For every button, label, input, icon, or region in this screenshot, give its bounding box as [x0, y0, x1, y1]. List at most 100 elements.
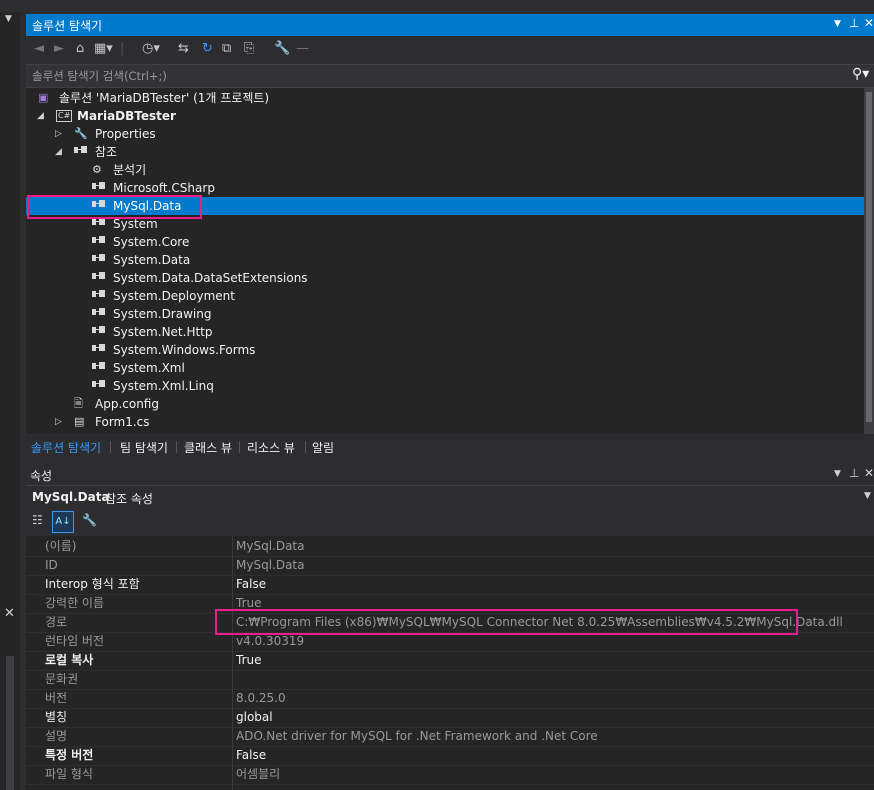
- object-type: 참조 속성: [105, 492, 153, 506]
- tab-team-explorer[interactable]: 팀 탐색기: [120, 439, 168, 456]
- home-icon[interactable]: ⌂: [76, 41, 84, 56]
- pin-icon[interactable]: ⊥: [849, 16, 859, 30]
- forward-icon[interactable]: ►: [54, 41, 64, 56]
- property-row[interactable]: (이름) MySql.Data: [26, 537, 874, 557]
- tree-item-reference[interactable]: System.Core: [26, 233, 864, 251]
- tree-item-label: 솔루션 'MariaDBTester' (1개 프로젝트): [59, 91, 270, 105]
- property-value[interactable]: MySql.Data: [236, 556, 305, 575]
- tree-item-project[interactable]: ◢ C# MariaDBTester: [26, 107, 864, 125]
- property-name: 설명: [45, 729, 68, 743]
- tree-item-solution[interactable]: ▣ 솔루션 'MariaDBTester' (1개 프로젝트): [26, 89, 864, 107]
- window-position-icon[interactable]: ▼: [834, 19, 841, 29]
- property-row[interactable]: ID MySql.Data: [26, 556, 874, 576]
- highlight-box: [215, 609, 798, 635]
- tree-item-label: Properties: [95, 127, 156, 141]
- property-value[interactable]: False: [236, 746, 266, 765]
- property-row[interactable]: 문화권: [26, 670, 874, 690]
- close-icon[interactable]: ✕: [4, 606, 15, 621]
- form-icon: ▤: [74, 415, 85, 428]
- tree-item-reference[interactable]: System.Net.Http: [26, 323, 864, 341]
- property-value[interactable]: True: [236, 651, 262, 670]
- editor-top-strip: [0, 0, 20, 12]
- close-icon[interactable]: ✕: [864, 466, 874, 480]
- tab-class-view[interactable]: 클래스 뷰: [184, 439, 232, 456]
- search-icon[interactable]: ⚲▾: [852, 66, 869, 82]
- collapsed-icon[interactable]: ▷: [55, 413, 62, 431]
- reference-icon: [92, 305, 106, 323]
- chevron-down-icon[interactable]: ▼: [5, 14, 12, 24]
- tree-item-label: System.Windows.Forms: [113, 343, 256, 357]
- tab-notifications[interactable]: 알림: [312, 439, 334, 456]
- properties-object-selector[interactable]: MySql.Data 참조 속성 ▼: [26, 486, 874, 508]
- tree-item-reference[interactable]: System.Windows.Forms: [26, 341, 864, 359]
- solution-explorer-titlebar: 솔루션 탐색기 ▼ ⊥ ✕: [26, 14, 874, 36]
- property-row[interactable]: 별칭 global: [26, 708, 874, 728]
- config-icon: 🗎: [74, 397, 83, 410]
- reference-icon: [92, 341, 106, 359]
- property-row[interactable]: 파일 형식 어셈블리: [26, 765, 874, 785]
- property-name: ID: [45, 558, 58, 572]
- tree-item-form1[interactable]: ▷ ▤ Form1.cs: [26, 413, 864, 431]
- tree-item-analyzer[interactable]: ⚙ 분석기: [26, 161, 864, 179]
- property-value[interactable]: global: [236, 708, 273, 727]
- property-row[interactable]: 버전 8.0.25.0: [26, 689, 874, 709]
- tree-item-label: System.Xml.Linq: [113, 379, 214, 393]
- tree-item-reference[interactable]: System.Drawing: [26, 305, 864, 323]
- expanded-icon[interactable]: ◢: [55, 143, 62, 161]
- tab-resource-view[interactable]: 리소스 뷰: [247, 439, 295, 456]
- property-name: 경로: [45, 615, 68, 629]
- property-value[interactable]: 8.0.25.0: [236, 689, 286, 708]
- tab-solution-explorer[interactable]: 솔루션 탐색기: [31, 439, 101, 456]
- pin-icon[interactable]: ⊥: [849, 466, 859, 480]
- tree-item-app-config[interactable]: 🗎 App.config: [26, 395, 864, 413]
- reference-icon: [92, 323, 106, 341]
- back-icon[interactable]: ◄: [34, 41, 44, 56]
- property-row[interactable]: 설명 ADO.Net driver for MySQL for .Net Fra…: [26, 727, 874, 747]
- reference-icon: [92, 377, 106, 395]
- tree-item-reference[interactable]: System.Data.DataSetExtensions: [26, 269, 864, 287]
- tree-item-reference[interactable]: System.Data: [26, 251, 864, 269]
- alphabetical-icon[interactable]: A↓: [52, 511, 74, 533]
- tree-item-references[interactable]: ◢ 참조: [26, 143, 864, 161]
- preview-icon[interactable]: —: [296, 41, 309, 56]
- sync-with-document-icon[interactable]: ⇆: [178, 41, 189, 56]
- property-value[interactable]: False: [236, 575, 266, 594]
- collapsed-icon[interactable]: ▷: [55, 125, 62, 143]
- property-row[interactable]: 특정 버전 False: [26, 746, 874, 766]
- property-row[interactable]: 런타임 버전 v4.0.30319: [26, 632, 874, 652]
- property-name: Interop 형식 포함: [45, 577, 140, 591]
- solution-explorer-search[interactable]: 솔루션 탐색기 검색(Ctrl+;) ⚲▾: [26, 64, 874, 88]
- properties-wrench-icon[interactable]: 🔧: [274, 41, 290, 56]
- reference-icon: [92, 233, 106, 251]
- property-name: (이름): [45, 539, 77, 553]
- collapse-all-icon[interactable]: ⧉: [222, 41, 231, 56]
- property-pages-wrench-icon[interactable]: 🔧: [82, 513, 97, 527]
- window-position-icon[interactable]: ▼: [834, 469, 841, 479]
- scrollbar[interactable]: [6, 656, 14, 790]
- expanded-icon[interactable]: ◢: [37, 107, 44, 125]
- pending-changes-filter-icon[interactable]: ◷▾: [142, 41, 160, 56]
- property-value[interactable]: 어셈블리: [236, 765, 280, 784]
- search-input[interactable]: 솔루션 탐색기 검색(Ctrl+;): [32, 68, 167, 84]
- scrollbar-thumb[interactable]: [866, 92, 872, 422]
- property-name: 로컬 복사: [45, 653, 94, 667]
- property-value[interactable]: ADO.Net driver for MySQL for .Net Framew…: [236, 727, 598, 746]
- property-row[interactable]: 로컬 복사 True: [26, 651, 874, 671]
- close-icon[interactable]: ✕: [864, 16, 874, 30]
- chevron-down-icon[interactable]: ▼: [864, 491, 871, 501]
- tree-item-label: App.config: [95, 397, 159, 411]
- refresh-icon[interactable]: ↻: [202, 41, 213, 56]
- solution-icon: ▣: [38, 91, 49, 104]
- categorized-icon[interactable]: ☷: [32, 513, 43, 527]
- property-row[interactable]: Interop 형식 포함 False: [26, 575, 874, 595]
- tree-item-reference[interactable]: System.Deployment: [26, 287, 864, 305]
- column-divider[interactable]: [232, 536, 233, 790]
- tree-scrollbar[interactable]: [864, 88, 874, 434]
- property-value[interactable]: MySql.Data: [236, 537, 305, 556]
- reference-icon: [74, 143, 88, 161]
- tree-item-reference[interactable]: System.Xml: [26, 359, 864, 377]
- show-all-files-icon[interactable]: ⎘: [244, 41, 254, 56]
- tree-item-reference[interactable]: System.Xml.Linq: [26, 377, 864, 395]
- switch-views-icon[interactable]: ▦▾: [94, 41, 113, 56]
- tree-item-properties[interactable]: ▷ 🔧 Properties: [26, 125, 864, 143]
